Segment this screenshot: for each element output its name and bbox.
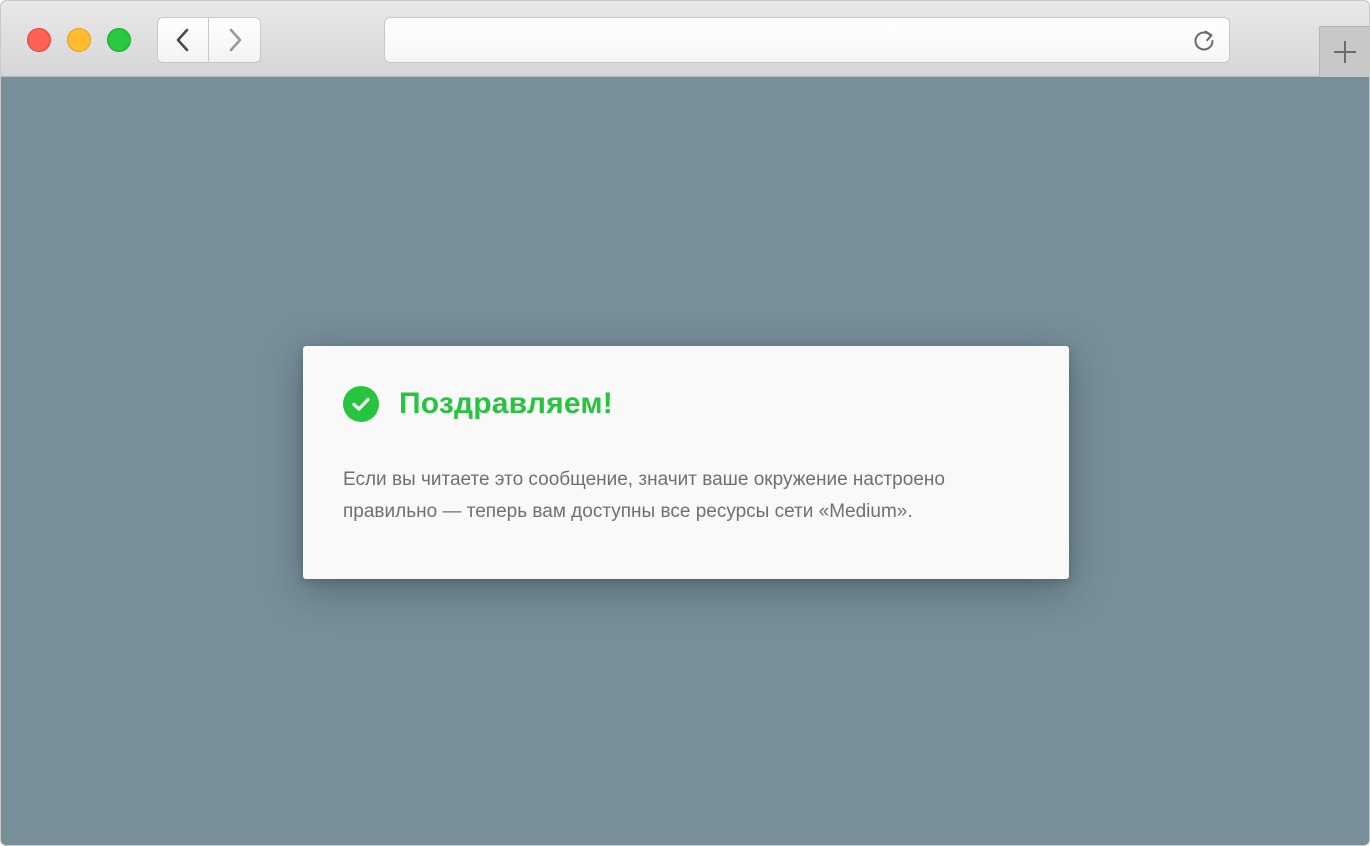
new-tab-button[interactable] <box>1319 26 1369 77</box>
success-card: Поздравляем! Если вы читаете это сообщен… <box>303 346 1069 579</box>
address-bar[interactable] <box>384 17 1230 63</box>
close-window-button[interactable] <box>27 28 51 52</box>
card-header: Поздравляем! <box>343 386 613 422</box>
back-button[interactable] <box>157 17 209 63</box>
card-message: Если вы читаете это сообщение, значит ва… <box>343 469 945 522</box>
browser-toolbar <box>1 1 1369 77</box>
minimize-window-button[interactable] <box>67 28 91 52</box>
browser-window: Поздравляем! Если вы читаете это сообщен… <box>0 0 1370 846</box>
navigation-buttons <box>157 17 261 63</box>
url-input[interactable] <box>397 26 1177 54</box>
forward-button[interactable] <box>209 17 261 63</box>
card-title: Поздравляем! <box>399 387 613 420</box>
reload-button[interactable] <box>1189 26 1219 56</box>
check-circle-icon <box>343 386 379 422</box>
chevron-right-icon <box>229 28 241 52</box>
plus-icon <box>1333 41 1356 63</box>
maximize-window-button[interactable] <box>107 28 131 52</box>
reload-icon <box>1194 30 1214 51</box>
chevron-left-icon <box>176 28 189 52</box>
